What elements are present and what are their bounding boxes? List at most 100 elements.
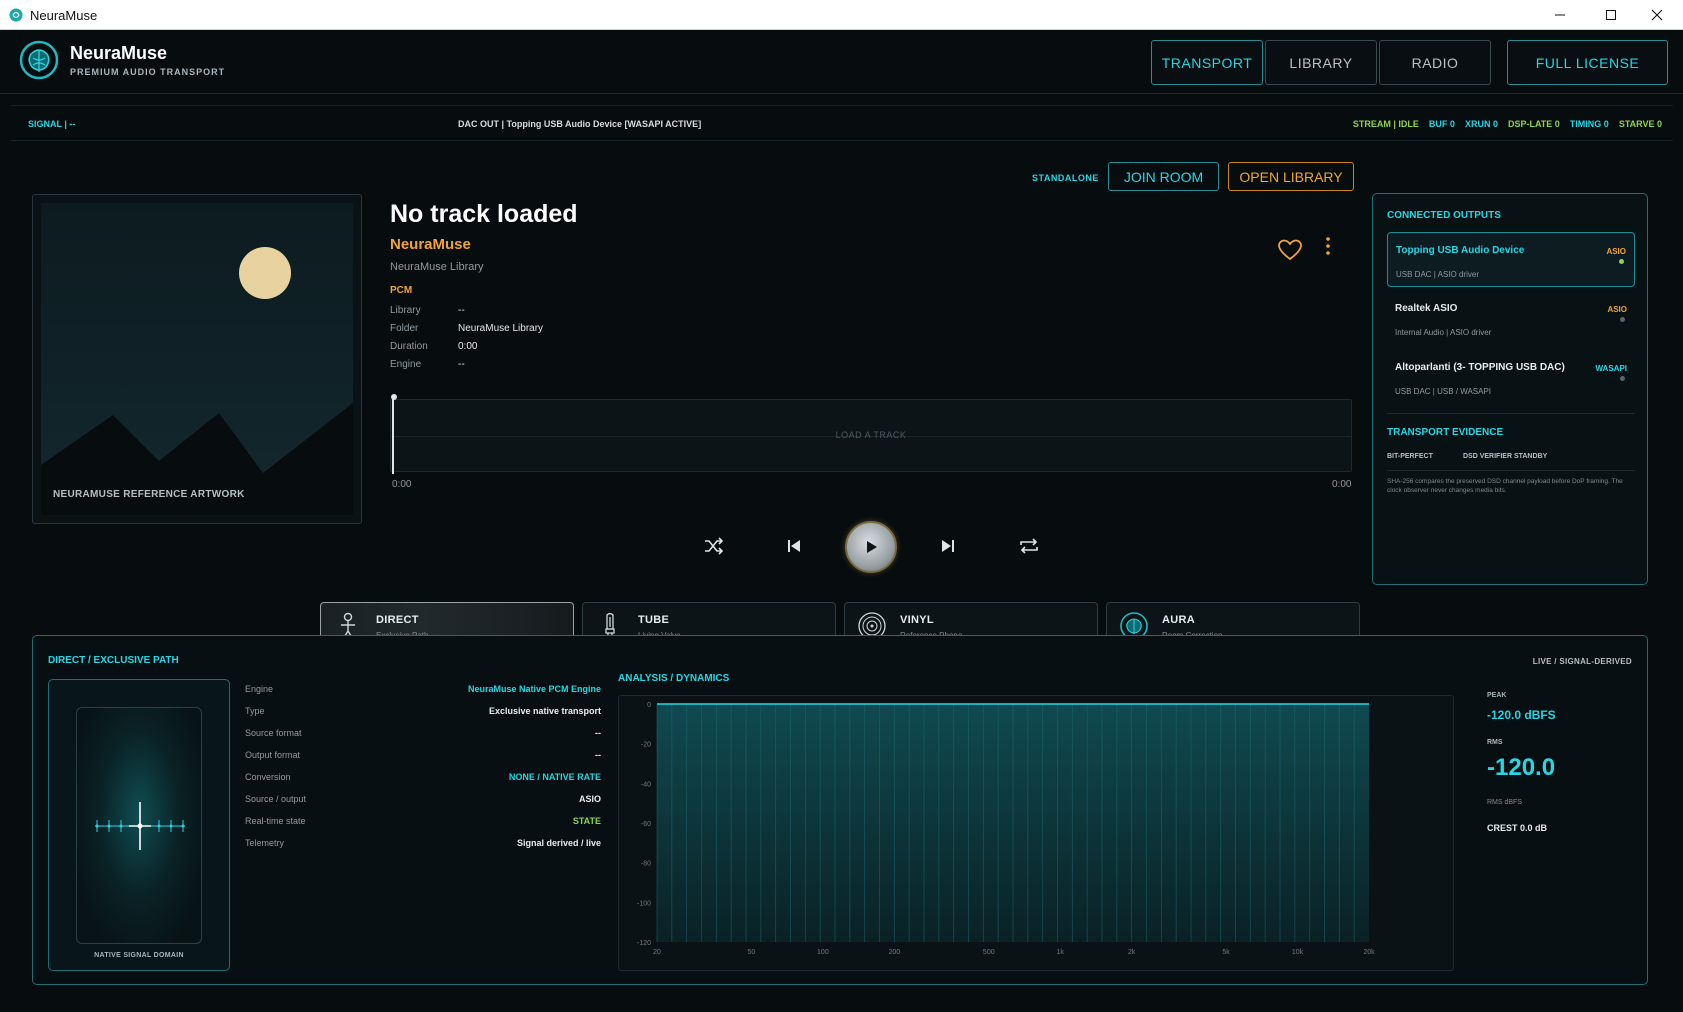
x-tick-label: 200: [888, 949, 900, 956]
app-header: NeuraMuse PREMIUM AUDIO TRANSPORT TRANSP…: [0, 30, 1683, 94]
next-button[interactable]: [935, 533, 961, 559]
bit-perfect-label: BIT-PERFECT: [1387, 453, 1433, 460]
previous-button[interactable]: [781, 533, 807, 559]
direct-path-panel: DIRECT / EXCLUSIVE PATH LIVE / SIGNAL-DE…: [32, 635, 1648, 985]
elapsed-time: 0:00: [392, 479, 412, 490]
output-device-name: Topping USB Audio Device: [1396, 245, 1525, 256]
output-device-item[interactable]: Realtek ASIO Internal Audio | ASIO drive…: [1387, 291, 1635, 346]
maximize-button[interactable]: [1588, 0, 1634, 30]
join-room-button[interactable]: JOIN ROOM: [1108, 162, 1219, 191]
output-device-item[interactable]: Topping USB Audio Device USB DAC | ASIO …: [1387, 232, 1635, 287]
more-options-icon[interactable]: [1320, 235, 1336, 257]
output-device-desc: USB DAC | USB / WASAPI: [1395, 387, 1492, 396]
play-button[interactable]: [845, 521, 897, 573]
playhead-dot: [391, 394, 397, 400]
y-tick-label: -100: [637, 900, 651, 907]
y-tick-label: -60: [641, 821, 651, 828]
brand-name: NeuraMuse: [70, 43, 168, 63]
minimize-button[interactable]: [1537, 0, 1583, 30]
timing-count: TIMING 0: [1569, 119, 1609, 129]
buffer-count: BUF 0: [1428, 119, 1455, 129]
panel-divider: [1387, 413, 1635, 414]
meta-key: Folder: [390, 323, 419, 334]
skip-previous-icon: [788, 540, 800, 552]
dsp-late-count: DSP-LATE 0: [1507, 119, 1560, 129]
starve-count: STARVE 0: [1618, 119, 1662, 129]
repeat-icon: [1020, 538, 1038, 554]
peak-value: -120.0 dBFS: [1487, 708, 1556, 722]
x-tick-label: 500: [983, 949, 995, 956]
track-title: No track loaded: [390, 200, 578, 228]
output-device-desc: Internal Audio | ASIO driver: [1395, 328, 1492, 337]
engine-row-value: NONE / NATIVE RATE: [508, 772, 601, 782]
dsd-verifier-label: DSD VERIFIER STANDBY: [1463, 453, 1548, 460]
dsp-mode-name: TUBE: [638, 614, 670, 626]
track-album[interactable]: NeuraMuse Library: [390, 261, 484, 273]
tab-radio[interactable]: RADIO: [1379, 40, 1491, 85]
meta-key: Library: [390, 305, 421, 316]
open-library-button[interactable]: OPEN LIBRARY: [1228, 162, 1354, 191]
panel-divider: [1387, 470, 1635, 471]
brand-tagline: PREMIUM AUDIO TRANSPORT: [70, 67, 226, 77]
tab-library[interactable]: LIBRARY: [1265, 40, 1377, 85]
x-tick-label: 50: [748, 949, 756, 956]
brain-logo-icon: [19, 40, 59, 80]
standalone-mode-label: STANDALONE: [1032, 173, 1099, 183]
crest-factor: CREST 0.0 dB: [1487, 823, 1548, 833]
tab-transport[interactable]: TRANSPORT: [1151, 40, 1263, 85]
engine-row-value: Exclusive native transport: [488, 706, 601, 716]
engine-row-value: Signal derived / live: [516, 838, 601, 848]
engine-row-key: Engine: [245, 684, 274, 694]
window-title: NeuraMuse: [30, 8, 98, 23]
y-tick-label: -20: [641, 742, 651, 749]
output-status-dot: [1620, 376, 1625, 381]
status-bar: SIGNAL | -- DAC OUT | Topping USB Audio …: [11, 105, 1673, 141]
close-icon: [1651, 9, 1663, 21]
x-tick-label: 20k: [1363, 949, 1375, 956]
app-icon: [9, 8, 23, 22]
load-track-placeholder: LOAD A TRACK: [835, 430, 907, 440]
album-artwork: NEURAMUSE REFERENCE ARTWORK: [32, 194, 362, 524]
engine-row-key: Type: [245, 706, 265, 716]
x-tick-label: 10k: [1292, 949, 1304, 956]
signal-domain-display: [76, 707, 202, 944]
play-icon: [867, 541, 877, 553]
track-artist[interactable]: NeuraMuse: [390, 236, 471, 253]
output-device-name: Realtek ASIO: [1395, 303, 1458, 314]
close-button[interactable]: [1634, 0, 1680, 30]
signal-pulse-icon: [95, 802, 185, 850]
stream-state: STREAM | IDLE: [1352, 119, 1419, 129]
meta-value: NeuraMuse Library: [458, 323, 544, 334]
x-tick-label: 20: [653, 949, 661, 956]
peak-label: PEAK: [1487, 692, 1507, 699]
engine-row-value: STATE: [572, 816, 601, 826]
waveform-seekbar[interactable]: LOAD A TRACK: [390, 394, 1352, 474]
engine-row-key: Source format: [245, 728, 302, 738]
artwork-image: [41, 203, 353, 515]
dsp-mode-name: AURA: [1162, 614, 1195, 626]
rms-unit: RMS dBFS: [1487, 799, 1523, 806]
x-tick-label: 100: [817, 949, 829, 956]
output-driver-badge: WASAPI: [1595, 364, 1627, 373]
meta-key: Duration: [390, 341, 428, 352]
engine-row-key: Output format: [245, 750, 301, 760]
connected-outputs-title: CONNECTED OUTPUTS: [1387, 210, 1501, 221]
artwork-label: NEURAMUSE REFERENCE ARTWORK: [53, 489, 245, 500]
transport-evidence-title: TRANSPORT EVIDENCE: [1387, 427, 1504, 438]
output-status-dot: [1620, 317, 1625, 322]
engine-row-key: Real-time state: [245, 816, 306, 826]
engine-row-value: NeuraMuse Native PCM Engine: [467, 684, 601, 694]
shuffle-button[interactable]: [701, 533, 727, 559]
output-device-name: Altoparlanti (3- TOPPING USB DAC): [1395, 362, 1565, 373]
output-status-dot: [1619, 259, 1624, 264]
analysis-title: ANALYSIS / DYNAMICS: [618, 673, 730, 684]
repeat-button[interactable]: [1016, 533, 1042, 559]
rms-value: -120.0: [1487, 754, 1556, 781]
dac-output-status: DAC OUT | Topping USB Audio Device [WASA…: [458, 119, 702, 129]
maximize-icon: [1606, 10, 1616, 20]
full-license-button[interactable]: FULL LICENSE: [1507, 40, 1668, 85]
output-device-item[interactable]: Altoparlanti (3- TOPPING USB DAC) USB DA…: [1387, 350, 1635, 405]
panel-title: DIRECT / EXCLUSIVE PATH: [48, 655, 179, 666]
shuffle-icon: [705, 537, 724, 555]
favorite-heart-icon[interactable]: [1277, 238, 1303, 262]
